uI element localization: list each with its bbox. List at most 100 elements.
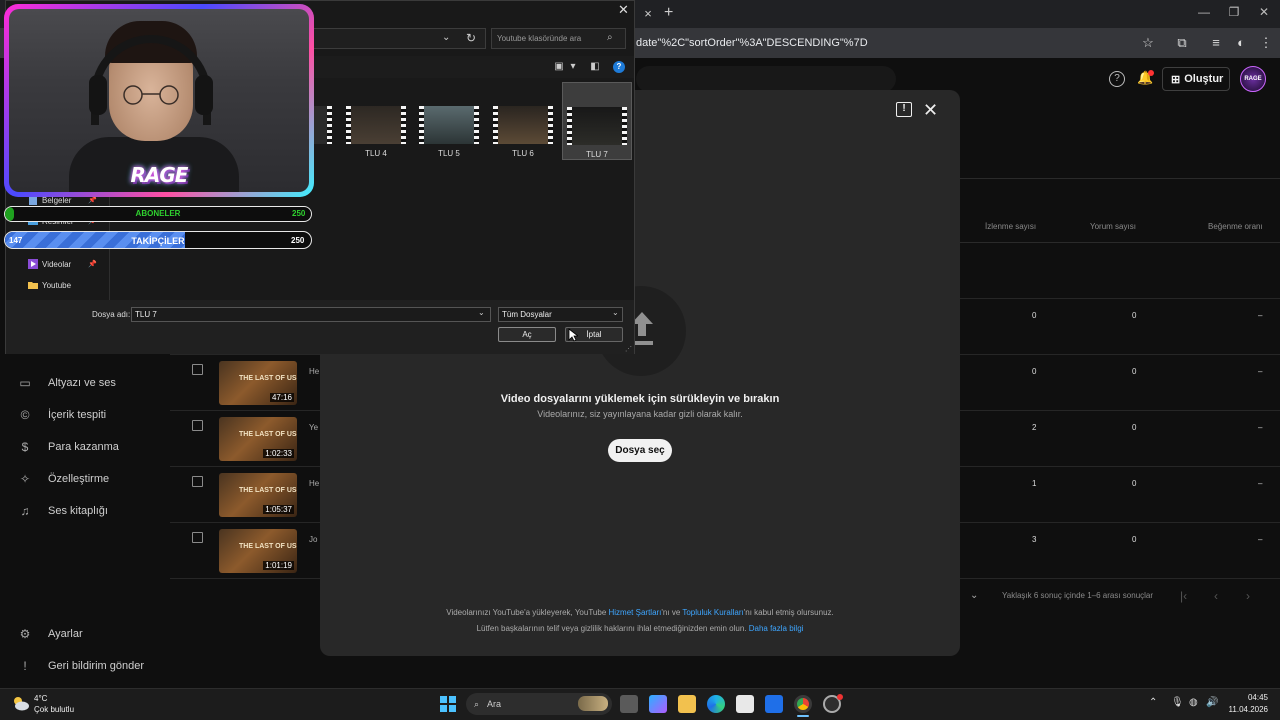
- clock-date[interactable]: 11.04.2026: [1218, 705, 1268, 714]
- row-checkbox[interactable]: [192, 420, 203, 431]
- pin-icon: 📌: [88, 197, 97, 204]
- window-close-icon[interactable]: ✕: [1252, 5, 1276, 23]
- file-item-tlu7-selected[interactable]: TLU 7: [562, 82, 632, 160]
- nav-label: Youtube: [42, 280, 72, 290]
- clock-time[interactable]: 04:45: [1218, 693, 1268, 702]
- dialog-close-icon[interactable]: ✕: [618, 2, 629, 18]
- sidebar-item-label: İçerik tespiti: [48, 409, 107, 421]
- file-item-tlu6[interactable]: TLU 6: [490, 104, 556, 160]
- new-tab-button[interactable]: +: [664, 4, 680, 22]
- sidebar-item-audio-library[interactable]: ♫ Ses kitaplığı: [18, 500, 168, 522]
- close-icon[interactable]: ✕: [923, 100, 938, 121]
- studio-search-bar[interactable]: [636, 66, 896, 92]
- followers-goal: 250: [291, 236, 305, 245]
- row-checkbox[interactable]: [192, 476, 203, 487]
- filename-input[interactable]: TLU 7: [131, 307, 491, 322]
- url-text[interactable]: date"%2C"sortOrder"%3A"DESCENDING"%7D: [636, 37, 868, 49]
- weather-temperature[interactable]: 4°C: [34, 694, 47, 703]
- reading-list-icon[interactable]: ≡: [1208, 35, 1224, 51]
- file-type-select[interactable]: Tüm Dosyalar: [498, 307, 623, 322]
- column-header-comments[interactable]: Yorum sayısı: [1090, 222, 1136, 231]
- chevron-down-icon[interactable]: ▾: [567, 61, 579, 73]
- chrome-icon[interactable]: [794, 695, 812, 713]
- file-explorer-icon[interactable]: [678, 695, 696, 713]
- minimize-icon[interactable]: —: [1192, 5, 1216, 23]
- help-icon[interactable]: ?: [1109, 71, 1125, 87]
- file-thumbnail: [346, 106, 406, 144]
- row-checkbox[interactable]: [192, 364, 203, 375]
- help-icon[interactable]: ?: [613, 61, 625, 73]
- row-checkbox[interactable]: [192, 532, 203, 543]
- cloudy-weather-icon[interactable]: [10, 694, 30, 712]
- file-item-tlu5[interactable]: TLU 5: [416, 104, 482, 160]
- sidebar-item-customization[interactable]: ✧ Özelleştirme: [18, 468, 168, 490]
- video-title-stub[interactable]: Ye: [309, 423, 318, 432]
- select-files-button[interactable]: Dosya seç: [608, 439, 672, 462]
- row-views: 2: [1032, 423, 1037, 432]
- store-icon[interactable]: [736, 695, 754, 713]
- video-thumbnail[interactable]: THE LAST OF US 1:05:37: [219, 473, 297, 517]
- preview-pane-icon[interactable]: ◧: [589, 61, 601, 73]
- tab-close-button[interactable]: ×: [640, 6, 656, 22]
- task-view-icon[interactable]: [620, 695, 638, 713]
- refresh-icon[interactable]: ↻: [466, 31, 476, 45]
- thumbnail-title: THE LAST OF US: [239, 375, 297, 382]
- weather-description[interactable]: Çok bulutlu: [34, 705, 74, 714]
- video-title-stub[interactable]: He: [309, 479, 319, 488]
- rows-per-page-chevron-icon[interactable]: ⌄: [970, 590, 978, 601]
- network-icon[interactable]: ◍: [1189, 697, 1198, 708]
- terms-of-service-link[interactable]: Hizmet Şartları: [609, 608, 662, 617]
- extensions-icon[interactable]: ⧉: [1174, 35, 1190, 51]
- sidebar-item-subtitles[interactable]: ▭ Altyazı ve ses: [18, 372, 168, 394]
- learn-more-link[interactable]: Daha fazla bilgi: [749, 624, 804, 633]
- chevron-down-icon[interactable]: ⌄: [478, 308, 485, 317]
- prev-page-icon[interactable]: ‹: [1214, 589, 1218, 603]
- sidebar-item-monetization[interactable]: $ Para kazanma: [18, 436, 168, 458]
- first-page-icon[interactable]: |‹: [1180, 589, 1187, 603]
- video-title-stub[interactable]: Jo: [309, 535, 317, 544]
- nav-item-youtube-folder[interactable]: Youtube: [28, 280, 71, 290]
- followers-label: TAKİPÇİLER: [131, 236, 185, 246]
- profile-icon[interactable]: ◐: [1233, 35, 1249, 51]
- nav-item-videos[interactable]: Videolar: [28, 259, 71, 269]
- edge-browser-icon[interactable]: [707, 695, 725, 713]
- chevron-down-icon[interactable]: ⌄: [442, 32, 450, 43]
- videos-icon: [28, 259, 38, 269]
- chevron-down-icon[interactable]: ⌄: [612, 308, 619, 317]
- mail-icon[interactable]: [765, 695, 783, 713]
- terms-text: Videolarınızı YouTube'a yükleyerek, YouT…: [320, 608, 960, 617]
- view-mode-icon[interactable]: ▣: [553, 61, 565, 73]
- video-thumbnail[interactable]: THE LAST OF US 1:02:33: [219, 417, 297, 461]
- video-title-stub[interactable]: He: [309, 367, 319, 376]
- folder-icon: [28, 282, 38, 289]
- dialog-path-bar[interactable]: [300, 28, 486, 49]
- restore-icon[interactable]: ❐: [1222, 5, 1246, 23]
- sidebar-item-settings[interactable]: ⚙ Ayarlar: [18, 623, 168, 645]
- notification-dot: [1148, 70, 1154, 76]
- video-thumbnail[interactable]: THE LAST OF US 47:16: [219, 361, 297, 405]
- file-item-tlu4[interactable]: TLU 4: [343, 104, 409, 160]
- open-button[interactable]: Aç: [498, 327, 556, 342]
- volume-icon[interactable]: 🔊: [1206, 697, 1218, 708]
- create-button[interactable]: ⊞ Oluştur: [1162, 67, 1230, 91]
- next-page-icon[interactable]: ›: [1246, 589, 1250, 603]
- column-header-like-ratio[interactable]: Beğenme oranı: [1208, 222, 1263, 231]
- community-guidelines-link[interactable]: Topluluk Kuralları: [682, 608, 743, 617]
- widgets-icon[interactable]: [649, 695, 667, 713]
- feedback-icon[interactable]: !: [896, 102, 912, 117]
- windows-start-icon[interactable]: [440, 696, 456, 712]
- sidebar-item-content-detection[interactable]: © İçerik tespiti: [18, 404, 168, 426]
- search-highlight-image[interactable]: [578, 696, 608, 711]
- bookmark-star-icon[interactable]: ☆: [1140, 35, 1156, 51]
- microphone-icon[interactable]: 🎙: [1171, 697, 1184, 708]
- dialog-toolbar: [300, 56, 634, 78]
- sidebar-item-feedback[interactable]: ! Geri bildirim gönder: [18, 655, 168, 677]
- file-name: TLU 4: [365, 149, 387, 158]
- chrome-menu-icon[interactable]: ⋮: [1258, 35, 1274, 51]
- dialog-search-input[interactable]: Youtube klasöründe ara: [491, 28, 626, 49]
- video-thumbnail[interactable]: THE LAST OF US 1:01:19: [219, 529, 297, 573]
- tray-overflow-icon[interactable]: ⌃: [1149, 697, 1157, 708]
- column-header-views[interactable]: İzlenme sayısı: [985, 222, 1036, 231]
- channel-avatar[interactable]: RAGE: [1240, 66, 1266, 92]
- resize-grip-icon[interactable]: ⋰: [625, 345, 632, 353]
